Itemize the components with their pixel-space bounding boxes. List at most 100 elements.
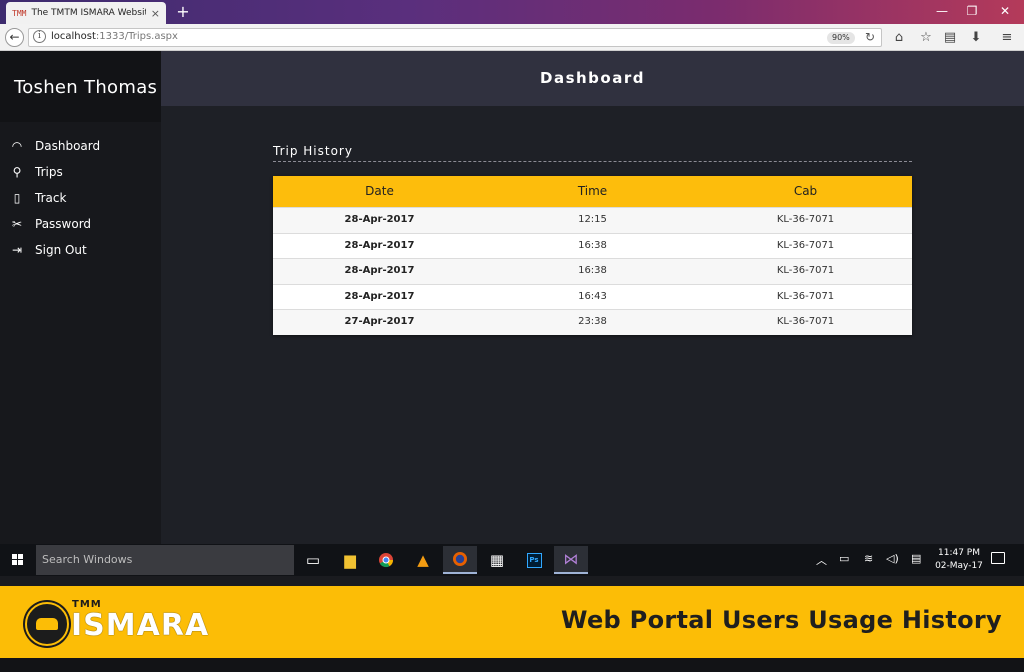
url-path: :1333/Trips.aspx: [95, 31, 178, 42]
chrome-icon[interactable]: [369, 546, 403, 574]
url-text: localhost:1333/Trips.aspx: [51, 31, 178, 42]
main-content: Trip History Date Time Cab 28-Apr-2017 1…: [161, 106, 1024, 544]
taxi-icon: [36, 618, 58, 630]
section-title: Trip History: [273, 144, 912, 162]
sidebar-item-dashboard[interactable]: ◠ Dashboard: [0, 133, 161, 159]
sidebar-item-label: Password: [35, 217, 92, 231]
search-placeholder: Search Windows: [42, 553, 133, 566]
table-header: Date Time Cab: [273, 176, 912, 207]
cell-time: 23:38: [578, 316, 607, 328]
sidebar-item-sign-out[interactable]: ⇥ Sign Out: [0, 237, 161, 263]
table-row: 28-Apr-2017 16:38 KL-36-7071: [273, 232, 912, 259]
phone-icon: ▯: [13, 191, 21, 205]
table-row: 28-Apr-2017 16:38 KL-36-7071: [273, 258, 912, 284]
cell-date: 28-Apr-2017: [344, 265, 415, 277]
browser-navbar: ← i localhost:1333/Trips.aspx 90% ↻ ⌂ ☆ …: [0, 24, 1024, 51]
calculator-icon[interactable]: ▦: [480, 546, 514, 574]
column-header-cab: Cab: [793, 184, 818, 198]
tools-icon: ✂: [11, 217, 23, 231]
sidebar-item-label: Track: [35, 191, 67, 205]
close-window-button[interactable]: ✕: [990, 0, 1020, 22]
sidebar: Toshen Thomas ◠ Dashboard ⚲ Trips ▯ Trac…: [0, 51, 161, 544]
column-header-date: Date: [365, 184, 394, 198]
taskbar-search-box[interactable]: Search Windows: [36, 545, 294, 575]
vlc-icon[interactable]: ▲: [406, 546, 440, 574]
cell-cab: KL-36-7071: [776, 214, 835, 225]
browser-tab[interactable]: TMM The TMTM ISMARA Website ×: [6, 2, 166, 24]
sidebar-item-label: Trips: [35, 165, 63, 179]
new-tab-button[interactable]: +: [174, 2, 192, 22]
clock-time: 11:47 PM: [938, 548, 980, 558]
table-row: 28-Apr-2017 16:43 KL-36-7071: [273, 283, 912, 310]
cell-time: 12:15: [578, 214, 607, 225]
user-name: Toshen Thomas: [14, 77, 158, 98]
table-row: 28-Apr-2017 12:15 KL-36-7071: [273, 207, 912, 233]
notification-icon[interactable]: [991, 552, 1005, 564]
sidebar-item-password[interactable]: ✂ Password: [0, 211, 161, 237]
sign-out-icon: ⇥: [11, 243, 23, 257]
ismara-logo-icon: [25, 602, 69, 646]
map-pin-icon: ⚲: [12, 165, 22, 179]
reload-icon[interactable]: ↻: [865, 30, 875, 44]
home-icon[interactable]: ⌂: [890, 29, 908, 47]
tab-title: The TMTM ISMARA Website: [31, 8, 146, 18]
page-title: Dashboard: [540, 69, 645, 87]
photoshop-icon[interactable]: Ps: [517, 546, 551, 574]
bottom-banner: TMM ISMARA Web Portal Users Usage Histor…: [0, 586, 1024, 658]
minimize-button[interactable]: —: [927, 0, 957, 22]
clock-date: 02-May-17: [935, 561, 983, 571]
menu-icon[interactable]: ≡: [998, 29, 1016, 47]
reading-list-icon[interactable]: ▤: [941, 29, 959, 47]
cell-cab: KL-36-7071: [776, 290, 835, 302]
visual-studio-icon[interactable]: ⋈: [554, 546, 588, 574]
bookmark-star-icon[interactable]: ☆: [917, 29, 935, 47]
cell-time: 16:43: [578, 290, 607, 302]
tab-close-icon[interactable]: ×: [151, 7, 160, 20]
windows-start-icon[interactable]: [0, 544, 36, 576]
gauge-icon: ◠: [11, 139, 23, 153]
sidebar-item-label: Dashboard: [35, 139, 101, 153]
page-header: Dashboard: [161, 51, 1024, 106]
cell-date: 28-Apr-2017: [344, 239, 415, 251]
cell-date: 28-Apr-2017: [344, 290, 415, 302]
restore-button[interactable]: ❐: [957, 0, 987, 22]
arrow-left-icon: ←: [9, 30, 20, 44]
address-bar[interactable]: i localhost:1333/Trips.aspx 90% ↻: [28, 28, 882, 47]
table-row: 27-Apr-2017 23:38 KL-36-7071: [273, 309, 912, 335]
user-box: Toshen Thomas: [0, 51, 161, 122]
sidebar-item-trips[interactable]: ⚲ Trips: [0, 159, 161, 185]
download-icon[interactable]: ⬇: [967, 29, 985, 47]
logo-wordmark: ISMARA: [71, 608, 210, 643]
browser-titlebar: TMM The TMTM ISMARA Website × + — ❐ ✕: [0, 0, 1024, 24]
table-body: 28-Apr-2017 12:15 KL-36-7071 28-Apr-2017…: [273, 207, 912, 335]
tab-favicon-icon: TMM: [12, 8, 27, 18]
cell-cab: KL-36-7071: [776, 239, 835, 251]
volume-icon[interactable]: ◁): [886, 552, 899, 565]
back-button[interactable]: ←: [5, 28, 24, 47]
firefox-icon[interactable]: [443, 546, 477, 574]
cell-time: 16:38: [578, 239, 607, 251]
taskbar-clock[interactable]: 11:47 PM 02-May-17: [928, 547, 990, 573]
keyboard-icon[interactable]: ▤: [911, 552, 921, 565]
sidebar-item-label: Sign Out: [35, 243, 87, 257]
screen: TMM The TMTM ISMARA Website × + — ❐ ✕ ← …: [0, 0, 1024, 672]
photoshop-logo: Ps: [526, 552, 542, 568]
site-info-icon[interactable]: i: [33, 30, 46, 43]
wifi-icon[interactable]: ≋: [864, 552, 873, 565]
zoom-indicator[interactable]: 90%: [827, 32, 855, 44]
cell-cab: KL-36-7071: [776, 316, 835, 328]
sidebar-menu: ◠ Dashboard ⚲ Trips ▯ Track ✂ Password ⇥…: [0, 133, 161, 263]
task-view-icon[interactable]: ▭: [296, 546, 330, 574]
firefox-logo: [453, 552, 467, 566]
windows-taskbar: Search Windows ▭ ▆ ▲ ▦ Ps ⋈ ︿ ▭ ≋ ◁) ▤ 1…: [0, 544, 1024, 576]
battery-icon[interactable]: ▭: [839, 552, 849, 565]
cell-date: 28-Apr-2017: [344, 214, 415, 225]
cell-cab: KL-36-7071: [776, 265, 835, 277]
tray-overflow-icon[interactable]: ︿: [816, 552, 827, 568]
bottom-strip: [0, 658, 1024, 672]
cell-time: 16:38: [578, 265, 607, 277]
file-explorer-icon[interactable]: ▆: [333, 546, 367, 574]
sidebar-item-track[interactable]: ▯ Track: [0, 185, 161, 211]
chrome-logo: [379, 553, 394, 568]
column-header-time: Time: [577, 184, 608, 198]
